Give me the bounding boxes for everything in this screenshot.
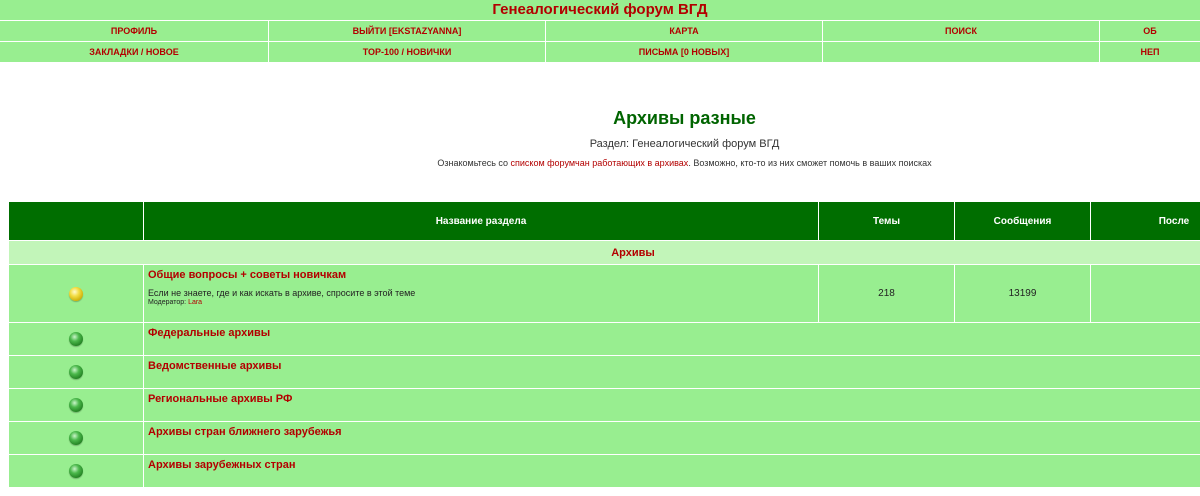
forum-name-cell: Архивы зарубежных стран: [143, 454, 1200, 488]
name-column-header: Название раздела: [143, 201, 819, 241]
forum-name-cell: Общие вопросы + советы новичкам Если не …: [143, 264, 819, 323]
messages-column-header: Сообщения: [954, 201, 1091, 241]
forum-status-cell: [8, 264, 144, 323]
nav-profile-link[interactable]: ПРОФИЛЬ: [0, 21, 268, 41]
topics-count: 218: [818, 264, 955, 323]
green-bulb-icon: [69, 464, 83, 478]
forum-link[interactable]: Федеральные архивы: [148, 327, 270, 339]
notice-text-after: . Возможно, кто-то из них сможет помочь …: [688, 158, 932, 168]
forum-status-cell: [8, 322, 144, 356]
nav-overflow-link-1[interactable]: ОБ: [1099, 21, 1200, 41]
nav-bookmarks-link[interactable]: ЗАКЛАДКИ / НОВОЕ: [0, 42, 268, 62]
last-post-cell: [1090, 264, 1200, 323]
forum-name-cell: Ведомственные архивы: [143, 355, 1200, 389]
archive-helpers-link[interactable]: списком форумчан работающих в архивах: [511, 158, 689, 168]
table-row: Архивы стран ближнего зарубежья: [8, 421, 1200, 455]
forum-link[interactable]: Архивы зарубежных стран: [148, 459, 296, 471]
forum-status-cell: [8, 454, 144, 488]
green-bulb-icon: [69, 332, 83, 346]
forum-name-cell: Региональные архивы РФ: [143, 388, 1200, 422]
icon-column-header: [8, 201, 144, 241]
table-row: Общие вопросы + советы новичкам Если не …: [8, 264, 1200, 323]
nav-row-1: ПРОФИЛЬ ВЫЙТИ [EKSTAZYANNA] КАРТА ПОИСК …: [0, 20, 1200, 41]
messages-count: 13199: [954, 264, 1091, 323]
yellow-bulb-icon: [69, 286, 83, 301]
moderator-link[interactable]: Lara: [188, 299, 202, 306]
table-row: Ведомственные архивы: [8, 355, 1200, 389]
green-bulb-icon: [69, 431, 83, 445]
forum-link[interactable]: Ведомственные архивы: [148, 360, 281, 372]
nav-map-link[interactable]: КАРТА: [545, 21, 822, 41]
nav-search-link[interactable]: ПОИСК: [822, 21, 1099, 41]
last-post-column-header: После: [1090, 201, 1200, 241]
table-row: Архивы зарубежных стран: [8, 454, 1200, 488]
section-label: Раздел: Генеалогический форум ВГД: [589, 138, 780, 150]
topics-column-header: Темы: [818, 201, 955, 241]
moderator-label: Модератор:: [148, 299, 189, 306]
forum-link[interactable]: Региональные архивы РФ: [148, 393, 292, 405]
table-header-row: Название раздела Темы Сообщения После: [8, 201, 1200, 241]
nav-overflow-link-2[interactable]: НЕП: [1099, 42, 1200, 62]
green-bulb-icon: [69, 398, 83, 412]
nav-messages-link[interactable]: ПИСЬМА [0 НОВЫХ]: [545, 42, 822, 62]
table-row: Региональные архивы РФ: [8, 388, 1200, 422]
notice-text-before: Ознакомьтесь со: [437, 158, 511, 168]
forum-link[interactable]: Архивы стран ближнего зарубежья: [148, 426, 342, 438]
category-title[interactable]: Архивы: [8, 240, 1200, 265]
forum-name-cell: Архивы стран ближнего зарубежья: [143, 421, 1200, 455]
nav-empty-cell: [822, 42, 1099, 62]
category-row: Архивы: [8, 240, 1200, 265]
page-title: Архивы разные: [613, 108, 756, 128]
archive-helpers-notice: Ознакомьтесь со списком форумчан работаю…: [0, 158, 1200, 168]
forum-status-cell: [8, 355, 144, 389]
nav-top100-link[interactable]: TOP-100 / НОВИЧКИ: [268, 42, 545, 62]
table-row: Федеральные архивы: [8, 322, 1200, 356]
forum-description: Если не знаете, где и как искать в архив…: [148, 288, 416, 298]
nav-row-2: ЗАКЛАДКИ / НОВОЕ TOP-100 / НОВИЧКИ ПИСЬМ…: [0, 41, 1200, 63]
green-bulb-icon: [69, 365, 83, 379]
forum-table: Название раздела Темы Сообщения После Ар…: [8, 201, 1200, 488]
forum-status-cell: [8, 421, 144, 455]
site-header: Генеалогический форум ВГД ПРОФИЛЬ ВЫЙТИ …: [0, 0, 1200, 63]
forum-link[interactable]: Общие вопросы + советы новичкам: [148, 269, 818, 281]
forum-name-cell: Федеральные архивы: [143, 322, 1200, 356]
site-title[interactable]: Генеалогический форум ВГД: [0, 0, 1200, 20]
nav-logout-link[interactable]: ВЫЙТИ [EKSTAZYANNA]: [268, 21, 545, 41]
forum-status-cell: [8, 388, 144, 422]
moderator-line: Модератор: Lara: [148, 299, 818, 306]
